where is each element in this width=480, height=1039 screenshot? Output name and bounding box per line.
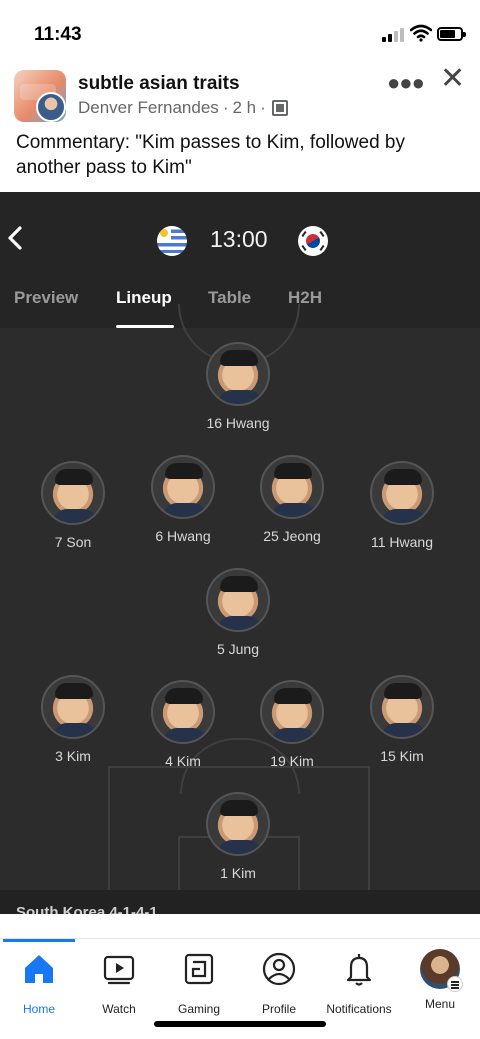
nav-gaming[interactable]: Gaming [159, 949, 239, 1016]
player-label: 25 Jeong [263, 528, 321, 544]
player-label: 16 Hwang [206, 415, 270, 431]
nav-profile[interactable]: Profile [239, 949, 319, 1016]
player-6-hwang: 6 Hwang [128, 455, 238, 544]
home-icon [25, 955, 53, 983]
player-photo [206, 792, 270, 856]
bell-icon [346, 954, 372, 986]
player-photo [260, 455, 324, 519]
author-name-link[interactable]: Denver Fernandes [78, 98, 219, 118]
player-16-hwang: 16 Hwang [183, 342, 293, 431]
more-options-icon[interactable]: ●●● [387, 70, 425, 96]
player-label: 11 Hwang [370, 534, 433, 550]
nav-label: Profile [261, 1002, 296, 1016]
formation-label: South Korea 4-1-4-1 [16, 904, 158, 914]
player-photo [151, 455, 215, 519]
player-25-jeong: 25 Jeong [237, 455, 347, 544]
player-19-kim: 19 Kim [237, 680, 347, 769]
lineup-pitch: 16 Hwang 7 Son 6 Hwang 25 Jeong 11 Hwang… [0, 304, 480, 906]
author-avatar[interactable] [36, 92, 66, 122]
menu-avatar-icon [420, 949, 463, 992]
nav-label: Home [22, 1002, 55, 1016]
uruguay-flag-icon [157, 226, 187, 256]
status-bar: 11:43 [0, 0, 480, 62]
player-label: 6 Hwang [155, 528, 211, 544]
nav-label: Watch [102, 1002, 136, 1016]
post-caption: Commentary: "Kim passes to Kim, followed… [16, 132, 405, 178]
player-4-kim: 4 Kim [128, 680, 238, 769]
home-indicator [154, 1021, 326, 1027]
player-7-son: 7 Son [18, 461, 128, 550]
player-11-hwang: 11 Hwang [347, 461, 457, 550]
nav-label: Gaming [177, 1002, 221, 1016]
post-meta: Denver Fernandes · 2 h · [78, 98, 288, 118]
player-3-kim: 3 Kim [18, 675, 128, 764]
player-label: 3 Kim [55, 748, 91, 764]
meta-separator: · [222, 98, 229, 117]
post-header: subtle asian traits Denver Fernandes · 2… [0, 62, 480, 126]
player-label: 19 Kim [270, 753, 314, 769]
active-nav-indicator [3, 939, 75, 942]
meta-separator: · [260, 98, 266, 117]
player-label: 4 Kim [165, 753, 201, 769]
player-photo [41, 461, 105, 525]
player-label: 1 Kim [220, 865, 256, 881]
player-photo [370, 675, 434, 739]
player-photo [206, 568, 270, 632]
gaming-icon [184, 953, 214, 985]
nav-watch[interactable]: Watch [79, 949, 159, 1016]
player-15-kim: 15 Kim [347, 675, 457, 764]
tab-lineup: Lineup [116, 288, 172, 307]
player-label: 7 Son [54, 534, 92, 550]
battery-icon [437, 27, 466, 41]
nav-label: Notifications [326, 1002, 392, 1016]
nav-menu[interactable]: Menu [400, 949, 480, 1011]
wifi-icon [410, 24, 432, 42]
group-name-link[interactable]: subtle asian traits [78, 73, 240, 95]
nav-label: Menu [424, 997, 456, 1011]
player-label: 15 Kim [380, 748, 424, 764]
player-label: 5 Jung [216, 641, 260, 657]
player-photo [370, 461, 434, 525]
close-icon[interactable]: ✕ [440, 64, 465, 94]
audience-icon [271, 100, 288, 116]
player-photo [41, 675, 105, 739]
watch-icon [103, 955, 135, 985]
profile-icon [262, 952, 296, 986]
nav-home[interactable]: Home [0, 949, 79, 1016]
back-arrow-icon [8, 226, 22, 250]
player-photo [206, 342, 270, 406]
player-5-jung: 5 Jung [183, 568, 293, 657]
match-kickoff-time: 13:00 [210, 226, 268, 252]
player-photo [151, 680, 215, 744]
south-korea-flag-icon [298, 226, 328, 256]
post-time[interactable]: 2 h [232, 98, 256, 118]
tab-preview: Preview [14, 288, 79, 307]
status-time: 11:43 [34, 24, 82, 45]
post-image[interactable]: 13:00 Preview Lineup Table H2H 16 Hwang … [0, 192, 480, 914]
player-photo [260, 680, 324, 744]
player-1-kim: 1 Kim [183, 792, 293, 881]
formation-heading-partial: South Korea 4-1-4-1 [0, 890, 480, 914]
nav-notifications[interactable]: Notifications [319, 949, 399, 1016]
cellular-signal-icon [382, 28, 404, 42]
